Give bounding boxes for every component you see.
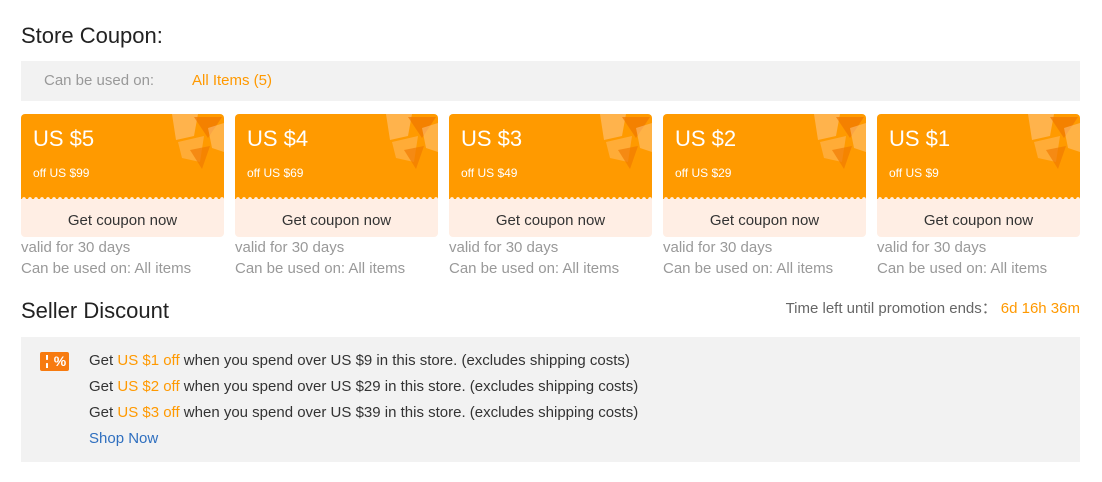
pattern-shape bbox=[814, 114, 840, 140]
get-coupon-button[interactable]: Get coupon now bbox=[877, 197, 1080, 237]
coupon-amount: US $1 bbox=[889, 126, 951, 151]
coupon-pattern-icon bbox=[600, 114, 652, 169]
pattern-shape bbox=[172, 114, 198, 140]
coupon-condition: off US $69 bbox=[247, 166, 304, 180]
coupon-decoration bbox=[378, 114, 438, 174]
coupon-validity: valid for 30 days bbox=[877, 239, 987, 256]
percent-glyph: % bbox=[53, 353, 67, 369]
coupon-face: US $4 off US $69 bbox=[235, 114, 438, 199]
discount-offer-list: Get US $1 off when you spend over US $9 … bbox=[89, 348, 638, 452]
coupon-condition: off US $99 bbox=[33, 166, 90, 180]
pattern-shape bbox=[850, 123, 866, 152]
seller-discount-title: Seller Discount bbox=[21, 298, 169, 323]
get-coupon-button[interactable]: Get coupon now bbox=[663, 197, 866, 237]
coupon-scope: Can be used on: All items bbox=[235, 260, 406, 277]
get-coupon-button[interactable]: Get coupon now bbox=[235, 197, 438, 237]
pattern-shape bbox=[208, 123, 224, 152]
coupon-pattern-icon bbox=[814, 114, 866, 169]
pattern-shape bbox=[386, 114, 412, 140]
discount-ticket-icon: % bbox=[40, 352, 69, 371]
coupon-card: US $2 off US $29 Get coupon now valid fo… bbox=[663, 114, 866, 279]
offer-prefix: Get bbox=[89, 352, 114, 369]
shop-now-link[interactable]: Shop Now bbox=[89, 430, 158, 447]
coupon-amount: US $2 bbox=[675, 126, 737, 151]
coupon-card: US $3 off US $49 Get coupon now valid fo… bbox=[449, 114, 652, 279]
coupon-validity: valid for 30 days bbox=[235, 239, 345, 256]
coupon-pattern-icon bbox=[172, 114, 224, 169]
coupon-condition: off US $49 bbox=[461, 166, 518, 180]
coupon-scope: Can be used on: All items bbox=[877, 260, 1048, 277]
offer-prefix: Get bbox=[89, 378, 114, 395]
discount-offer: Get US $1 off when you spend over US $9 … bbox=[89, 348, 638, 374]
pattern-shape bbox=[1028, 114, 1054, 140]
offer-condition: when you spend over US $29 in this store… bbox=[183, 378, 639, 395]
pattern-shape bbox=[600, 114, 626, 140]
seller-discount-panel: % Get US $1 off when you spend over US $… bbox=[21, 337, 1080, 462]
discount-offer: Get US $3 off when you spend over US $39… bbox=[89, 400, 638, 426]
coupon-amount: US $4 bbox=[247, 126, 309, 151]
coupon-amount: US $3 bbox=[461, 126, 523, 151]
offer-amount: US $2 off bbox=[117, 378, 180, 395]
coupon-card: US $4 off US $69 Get coupon now valid fo… bbox=[235, 114, 438, 279]
offer-amount: US $3 off bbox=[117, 404, 180, 421]
coupon-scope: Can be used on: All items bbox=[21, 260, 192, 277]
timer-label: Time left until promotion ends： bbox=[785, 300, 997, 317]
get-coupon-button[interactable]: Get coupon now bbox=[449, 197, 652, 237]
offer-amount: US $1 off bbox=[117, 352, 180, 369]
coupon-validity: valid for 30 days bbox=[449, 239, 559, 256]
coupon-usage-bar: Can be used on: All Items (5) bbox=[21, 61, 1080, 101]
coupon-face: US $3 off US $49 bbox=[449, 114, 652, 199]
coupon-amount: US $5 bbox=[33, 126, 95, 151]
usage-label: Can be used on: bbox=[44, 72, 155, 89]
coupon-list: US $5 off US $99 Get coupon now valid fo… bbox=[21, 114, 1080, 279]
coupon-card: US $1 off US $9 Get coupon now valid for… bbox=[877, 114, 1080, 279]
coupon-validity: valid for 30 days bbox=[663, 239, 773, 256]
offer-prefix: Get bbox=[89, 404, 114, 421]
coupon-scope: Can be used on: All items bbox=[663, 260, 834, 277]
coupon-decoration bbox=[592, 114, 652, 174]
pattern-shape bbox=[636, 123, 652, 152]
pattern-shape bbox=[422, 123, 438, 152]
get-coupon-button[interactable]: Get coupon now bbox=[21, 197, 224, 237]
coupon-face: US $1 off US $9 bbox=[877, 114, 1080, 199]
coupon-decoration bbox=[1020, 114, 1080, 174]
offer-condition: when you spend over US $39 in this store… bbox=[183, 404, 639, 421]
coupon-pattern-icon bbox=[386, 114, 438, 169]
pattern-shape bbox=[1064, 123, 1080, 152]
coupon-condition: off US $9 bbox=[889, 166, 939, 180]
offer-condition: when you spend over US $9 in this store.… bbox=[183, 352, 630, 369]
coupon-face: US $5 off US $99 bbox=[21, 114, 224, 199]
store-coupon-title: Store Coupon: bbox=[21, 23, 163, 48]
discount-offer: Get US $2 off when you spend over US $29… bbox=[89, 374, 638, 400]
ticket-perforation bbox=[46, 355, 48, 368]
coupon-face: US $2 off US $29 bbox=[663, 114, 866, 199]
timer-countdown: 6d 16h 36m bbox=[1000, 300, 1080, 317]
coupon-pattern-icon bbox=[1028, 114, 1080, 169]
coupon-decoration bbox=[164, 114, 224, 174]
coupon-condition: off US $29 bbox=[675, 166, 732, 180]
promotion-timer: Time left until promotion ends： 6d 16h 36… bbox=[786, 299, 1080, 319]
coupon-decoration bbox=[806, 114, 866, 174]
all-items-link[interactable]: All Items (5) bbox=[192, 61, 272, 101]
coupon-validity: valid for 30 days bbox=[21, 239, 131, 256]
coupon-scope: Can be used on: All items bbox=[449, 260, 620, 277]
coupon-card: US $5 off US $99 Get coupon now valid fo… bbox=[21, 114, 224, 279]
